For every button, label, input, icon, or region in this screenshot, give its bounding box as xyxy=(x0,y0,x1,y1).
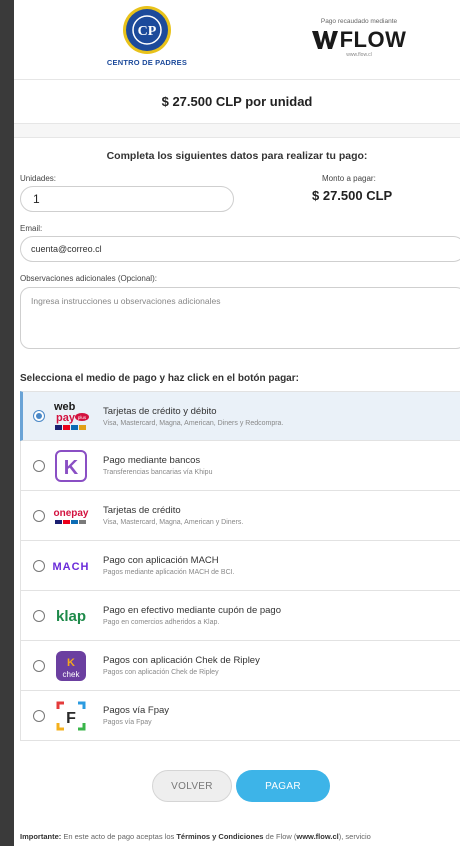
radio-unselected[interactable] xyxy=(33,709,45,722)
method-title: Tarjetas de crédito y débito xyxy=(103,405,217,417)
khipu-icon: K xyxy=(51,448,91,484)
cp-seal-icon: CP xyxy=(123,6,171,54)
flow-branding: Pago recaudado mediante FLOW www.flow.cl xyxy=(304,18,414,58)
klap-icon: klap xyxy=(51,598,91,634)
divider xyxy=(14,124,460,138)
payment-method-webpay[interactable]: web pay plus Tarjetas de crédito y débit… xyxy=(20,391,460,441)
amount-value: $ 27.500 CLP xyxy=(312,188,393,203)
page-header: CP CENTRO DE PADRES Pago recaudado media… xyxy=(14,0,460,80)
chek-icon: K chek xyxy=(51,648,91,684)
radio-selected[interactable] xyxy=(33,410,45,422)
observations-label: Observaciones adicionales (Opcional): xyxy=(20,274,157,283)
footer-text-2: de Flow ( xyxy=(263,832,297,841)
payment-method-khipu[interactable]: K Pago mediante bancos Transferencias ba… xyxy=(20,441,460,491)
footer-text-3: ), servicio xyxy=(338,832,371,841)
radio-unselected[interactable] xyxy=(33,609,45,622)
payment-page: CP CENTRO DE PADRES Pago recaudado media… xyxy=(14,0,460,846)
method-title: Pago en efectivo mediante cupón de pago xyxy=(103,605,281,616)
payment-methods-list: web pay plus Tarjetas de crédito y débit… xyxy=(20,391,460,741)
method-title: Pago mediante bancos xyxy=(103,455,201,466)
org-name: CENTRO DE PADRES xyxy=(106,58,188,67)
observations-textarea[interactable]: Ingresa instrucciones u observaciones ad… xyxy=(20,287,460,349)
units-label: Unidades: xyxy=(20,174,57,183)
mach-text: MACH xyxy=(53,561,90,573)
email-field[interactable]: cuenta@correo.cl xyxy=(20,236,460,262)
units-input[interactable]: 1 xyxy=(20,186,234,212)
payment-method-klap[interactable]: klap Pago en efectivo mediante cupón de … xyxy=(20,591,460,641)
terms-link[interactable]: Términos y Condiciones xyxy=(176,832,263,841)
method-subtitle: Visa, Mastercard, Magna, American, Diner… xyxy=(103,419,284,427)
pay-button[interactable]: PAGAR xyxy=(236,770,330,802)
payment-method-fpay[interactable]: F Pagos vía Fpay Pagos vía Fpay xyxy=(20,691,460,741)
footer-notice: Importante: En este acto de pago aceptas… xyxy=(20,832,460,841)
onepay-icon: onepay xyxy=(51,498,91,534)
flow-name: FLOW xyxy=(339,27,407,52)
cp-initials: CP xyxy=(138,24,157,39)
fpay-letter: F xyxy=(66,710,76,727)
radio-unselected[interactable] xyxy=(33,659,45,672)
flow-link[interactable]: www.flow.cl xyxy=(296,832,338,841)
method-title: Pago con aplicación MACH xyxy=(103,555,219,566)
method-subtitle: Visa, Mastercard, Magna, American y Dine… xyxy=(103,519,244,526)
footer-text-1: En este acto de pago aceptas los xyxy=(61,832,177,841)
form-instruction: Completa los siguientes datos para reali… xyxy=(106,150,368,162)
radio-unselected[interactable] xyxy=(33,509,45,522)
amount-label: Monto a pagar: xyxy=(322,174,376,183)
payment-method-chek[interactable]: K chek Pagos con aplicación Chek de Ripl… xyxy=(20,641,460,691)
back-button[interactable]: VOLVER xyxy=(152,770,232,802)
method-title: Tarjetas de crédito xyxy=(103,505,181,516)
method-subtitle: Pago en comercios adheridos a Klap. xyxy=(103,619,220,626)
radio-unselected[interactable] xyxy=(33,459,45,472)
chek-text: chek xyxy=(63,670,81,679)
method-title: Pagos con aplicación Chek de Ripley xyxy=(103,655,260,666)
payment-method-onepay[interactable]: onepay Tarjetas de crédito Visa, Masterc… xyxy=(20,491,460,541)
method-title: Pagos vía Fpay xyxy=(103,705,170,716)
method-subtitle: Pagos con aplicación Chek de Ripley xyxy=(103,669,219,676)
unit-price: $ 27.500 CLP por unidad xyxy=(14,80,460,124)
webpay-bottom-text: pay xyxy=(56,412,76,424)
mach-icon: MACH xyxy=(51,548,91,584)
radio-unselected[interactable] xyxy=(33,559,45,572)
centro-de-padres-logo: CP CENTRO DE PADRES xyxy=(92,6,202,67)
onepay-text: onepay xyxy=(53,508,88,519)
method-subtitle: Pagos mediante aplicación MACH de BCI. xyxy=(103,569,235,576)
method-subtitle: Transferencias bancarias vía Khipu xyxy=(103,469,213,476)
payment-method-title: Selecciona el medio de pago y haz click … xyxy=(20,373,299,384)
footer-important: Importante: xyxy=(20,832,62,841)
flow-logo: FLOW xyxy=(304,27,414,53)
svg-text:K: K xyxy=(67,657,75,669)
action-buttons: VOLVER PAGAR xyxy=(14,770,460,804)
payment-method-mach[interactable]: MACH Pago con aplicación MACH Pagos medi… xyxy=(20,541,460,591)
method-subtitle: Pagos vía Fpay xyxy=(103,719,152,726)
flow-caption: Pago recaudado mediante xyxy=(320,18,398,25)
webpay-icon: web pay plus xyxy=(51,398,91,434)
khipu-letter: K xyxy=(64,457,79,479)
flow-mark-icon xyxy=(311,31,338,49)
email-label: Email: xyxy=(20,224,43,233)
webpay-plus-text: plus xyxy=(78,415,87,420)
fpay-icon: F xyxy=(51,698,91,734)
klap-text: klap xyxy=(56,608,86,625)
